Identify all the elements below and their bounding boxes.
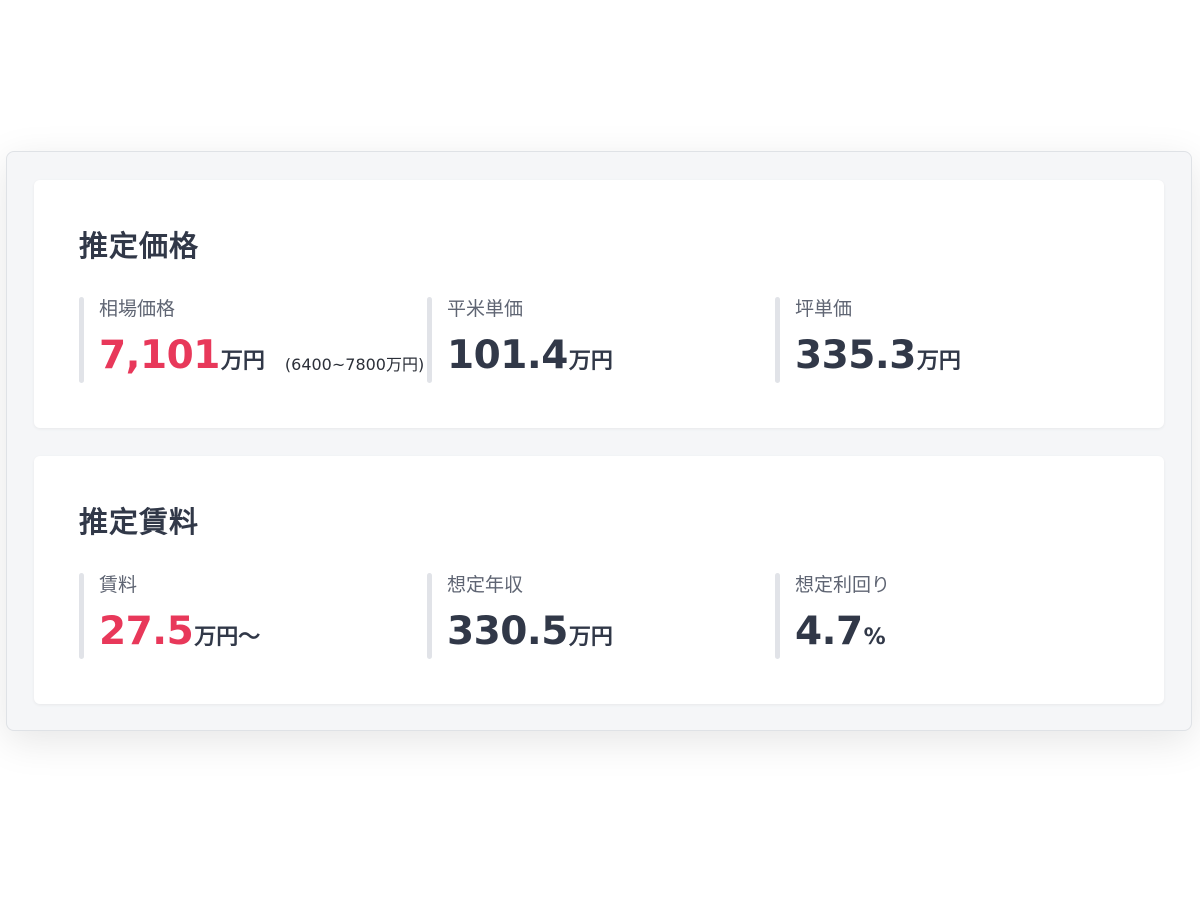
annual-income-unit: 万円 xyxy=(568,625,613,650)
annual-income-value-row: 330.5万円 xyxy=(447,609,613,662)
price-per-sqm-unit: 万円 xyxy=(568,349,613,374)
expected-yield-value-row: 4.7% xyxy=(795,609,890,662)
price-per-sqm-value-row: 101.4万円 xyxy=(447,333,613,386)
market-price-label: 相場価格 xyxy=(99,298,176,320)
price-per-tsubo-metric: 坪単価 335.3万円 xyxy=(775,297,961,383)
price-estimate-title: 推定価格 xyxy=(79,229,200,263)
market-price-metric: 相場価格 7,101万円 (6400~7800万円) xyxy=(79,297,424,383)
rent-unit: 万円〜 xyxy=(194,625,261,650)
rent-value: 27.5 xyxy=(99,609,194,654)
market-price-unit: 万円 xyxy=(220,349,265,374)
price-estimate-card: 推定価格 相場価格 7,101万円 (6400~7800万円) 平米単価 101.… xyxy=(34,180,1164,428)
market-price-value-row: 7,101万円 (6400~7800万円) xyxy=(99,333,424,386)
estimate-panel: 推定価格 相場価格 7,101万円 (6400~7800万円) 平米単価 101.… xyxy=(6,151,1192,731)
expected-yield-metric: 想定利回り 4.7% xyxy=(775,573,890,659)
rent-estimate-card: 推定賃料 賃料 27.5万円〜 想定年収 330.5万円 想定利回り 4.7% xyxy=(34,456,1164,704)
market-price-value: 7,101 xyxy=(99,333,220,378)
price-per-tsubo-unit: 万円 xyxy=(916,349,961,374)
rent-label: 賃料 xyxy=(99,574,138,596)
price-per-tsubo-value: 335.3 xyxy=(795,333,916,378)
annual-income-value: 330.5 xyxy=(447,609,568,654)
price-per-tsubo-label: 坪単価 xyxy=(795,298,853,320)
rent-value-row: 27.5万円〜 xyxy=(99,609,260,662)
price-per-sqm-value: 101.4 xyxy=(447,333,568,378)
rent-estimate-title: 推定賃料 xyxy=(79,505,200,539)
rent-metric: 賃料 27.5万円〜 xyxy=(79,573,260,659)
expected-yield-label: 想定利回り xyxy=(795,574,891,596)
expected-yield-unit: % xyxy=(863,625,886,650)
annual-income-metric: 想定年収 330.5万円 xyxy=(427,573,613,659)
price-per-sqm-metric: 平米単価 101.4万円 xyxy=(427,297,613,383)
market-price-range: (6400~7800万円) xyxy=(284,355,425,374)
expected-yield-value: 4.7 xyxy=(795,609,863,654)
annual-income-label: 想定年収 xyxy=(447,574,524,596)
price-per-sqm-label: 平米単価 xyxy=(447,298,524,320)
price-per-tsubo-value-row: 335.3万円 xyxy=(795,333,961,386)
